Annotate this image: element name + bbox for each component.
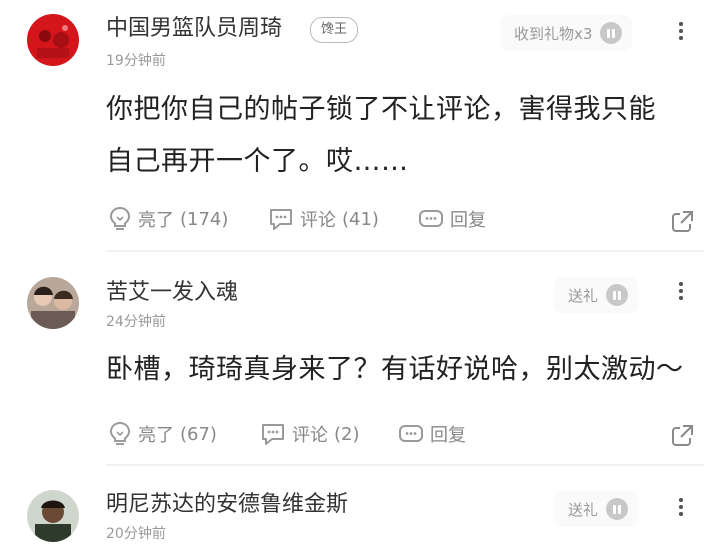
gift-icon bbox=[600, 22, 623, 44]
comment-button[interactable]: 评论 (2) bbox=[260, 421, 360, 447]
lightbulb-icon bbox=[109, 206, 131, 230]
comment-item: 中国男篮队员周琦 馋王 19分钟前 收到礼物x3 你把你自己的帖子锁了不让评论，… bbox=[0, 0, 704, 250]
comment-body-line: 你把你自己的帖子锁了不让评论，害得我只能 bbox=[106, 94, 656, 125]
gift-button[interactable]: 送礼 bbox=[554, 277, 639, 313]
username[interactable]: 中国男篮队员周琦 bbox=[106, 14, 282, 44]
gift-label: 送礼 bbox=[568, 500, 599, 519]
share-icon[interactable] bbox=[670, 422, 696, 448]
reply-label: 回复 bbox=[430, 425, 466, 446]
share-icon[interactable] bbox=[670, 208, 696, 234]
timestamp: 20分钟前 bbox=[106, 526, 166, 542]
comment-count: (2) bbox=[334, 423, 360, 445]
comment-button[interactable]: 评论 (41) bbox=[268, 206, 379, 232]
comment-item: 明尼苏达的安德鲁维金斯 20分钟前 送礼 bbox=[0, 466, 704, 554]
avatar[interactable] bbox=[27, 490, 79, 542]
comment-item: 苦艾一发入魂 24分钟前 送礼 卧槽，琦琦真身来了？有话好说哈，别太激动～ 亮了… bbox=[0, 252, 704, 462]
reply-chat-icon bbox=[399, 425, 423, 442]
like-count: (67) bbox=[180, 423, 217, 445]
gift-icon bbox=[606, 284, 629, 306]
like-count: (174) bbox=[180, 208, 229, 230]
gift-label: 收到礼物x3 bbox=[514, 24, 593, 43]
comment-body: 卧槽，琦琦真身来了？有话好说哈，别太激动～ bbox=[106, 344, 684, 396]
comment-body-line: 自己再开一个了。哎…… bbox=[106, 146, 409, 177]
more-vertical-icon[interactable] bbox=[678, 498, 684, 518]
timestamp: 19分钟前 bbox=[106, 53, 166, 69]
reply-chat-icon bbox=[419, 210, 443, 227]
comment-count: (41) bbox=[342, 208, 379, 230]
comment-body-line: 卧槽，琦琦真身来了？有话好说哈，别太激动～ bbox=[106, 354, 684, 385]
like-label: 亮了 bbox=[138, 210, 174, 231]
comment-bubble-icon bbox=[270, 209, 292, 230]
gift-button[interactable]: 收到礼物x3 bbox=[500, 15, 633, 51]
reply-label: 回复 bbox=[450, 210, 486, 231]
username[interactable]: 苦艾一发入魂 bbox=[106, 278, 238, 308]
comment-bubble-icon bbox=[262, 424, 284, 445]
gift-button[interactable]: 送礼 bbox=[554, 491, 639, 527]
gift-label: 送礼 bbox=[568, 286, 599, 305]
more-vertical-icon[interactable] bbox=[678, 282, 684, 302]
lightbulb-icon bbox=[109, 421, 131, 445]
reply-button[interactable]: 回复 bbox=[398, 421, 466, 447]
more-vertical-icon[interactable] bbox=[678, 22, 684, 42]
avatar[interactable] bbox=[27, 14, 79, 66]
username[interactable]: 明尼苏达的安德鲁维金斯 bbox=[106, 490, 348, 520]
timestamp: 24分钟前 bbox=[106, 314, 166, 330]
gift-icon bbox=[606, 498, 629, 520]
reply-button[interactable]: 回复 bbox=[418, 206, 486, 232]
comment-label: 评论 bbox=[292, 425, 328, 446]
like-button[interactable]: 亮了 (67) bbox=[108, 421, 217, 447]
like-button[interactable]: 亮了 (174) bbox=[108, 206, 228, 232]
like-label: 亮了 bbox=[138, 425, 174, 446]
avatar[interactable] bbox=[27, 277, 79, 329]
comment-label: 评论 bbox=[300, 210, 336, 231]
user-badge: 馋王 bbox=[310, 17, 359, 43]
comment-body: 你把你自己的帖子锁了不让评论，害得我只能 自己再开一个了。哎…… bbox=[106, 84, 656, 188]
